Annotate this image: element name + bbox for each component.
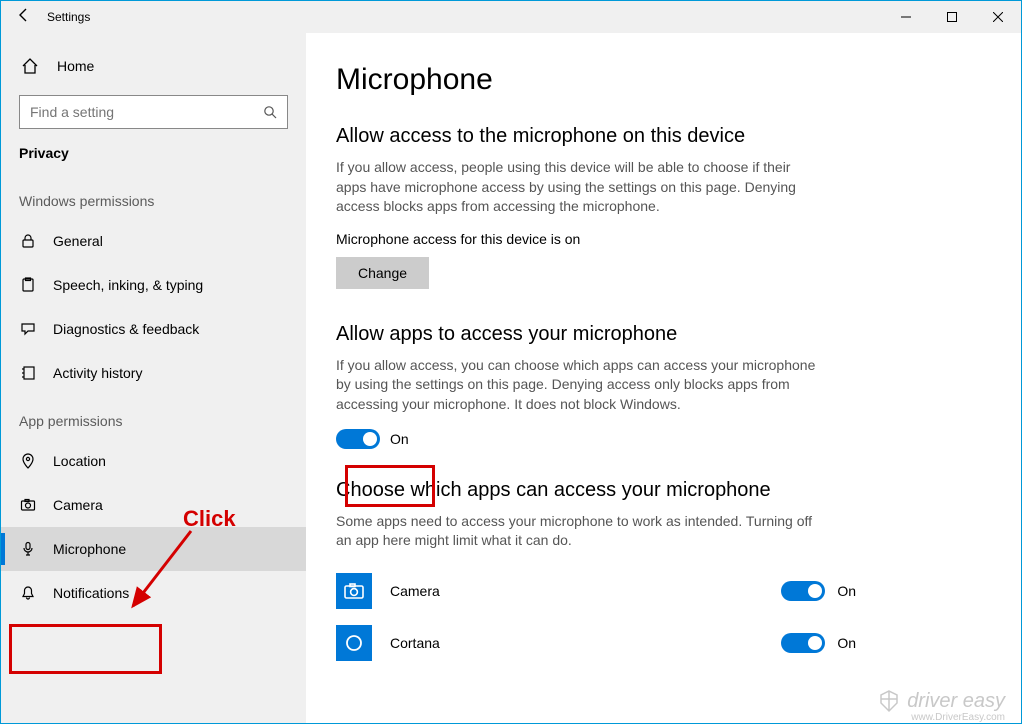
home-label: Home xyxy=(57,58,94,74)
history-icon xyxy=(19,364,37,382)
sidebar-item-label: Speech, inking, & typing xyxy=(53,277,203,293)
sidebar-item-diagnostics[interactable]: Diagnostics & feedback xyxy=(1,307,306,351)
sidebar-item-label: Location xyxy=(53,453,106,469)
feedback-icon xyxy=(19,320,37,338)
section-label: Privacy xyxy=(1,139,306,175)
apps-access-toggle-row: On xyxy=(336,429,1001,449)
location-icon xyxy=(19,452,37,470)
section-choose-apps-desc: Some apps need to access your microphone… xyxy=(336,512,816,551)
app-row-camera: Camera On xyxy=(336,565,856,617)
search-icon xyxy=(261,103,279,121)
sidebar-item-general[interactable]: General xyxy=(1,219,306,263)
clipboard-icon xyxy=(19,276,37,294)
app-cortana-icon xyxy=(336,625,372,661)
app-list: Camera On Cortana On xyxy=(336,565,1001,669)
device-access-status: Microphone access for this device is on xyxy=(336,231,1001,247)
app-toggle-label: On xyxy=(837,583,856,599)
home-icon xyxy=(19,57,41,75)
main-content: Microphone Allow access to the microphon… xyxy=(306,33,1021,723)
sidebar-item-label: Activity history xyxy=(53,365,142,381)
sidebar: Home Privacy Windows permissions General… xyxy=(1,33,306,723)
section-device-access-desc: If you allow access, people using this d… xyxy=(336,158,816,217)
sidebar-item-label: General xyxy=(53,233,103,249)
sidebar-item-camera[interactable]: Camera xyxy=(1,483,306,527)
maximize-button[interactable] xyxy=(929,1,975,33)
app-row-cortana: Cortana On xyxy=(336,617,856,669)
search-input[interactable] xyxy=(28,103,233,121)
app-name-label: Cortana xyxy=(390,635,781,651)
section-choose-apps-heading: Choose which apps can access your microp… xyxy=(336,479,1001,502)
sidebar-item-notifications[interactable]: Notifications xyxy=(1,571,306,615)
page-title: Microphone xyxy=(336,63,1001,97)
search-box[interactable] xyxy=(19,95,288,129)
section-app-access-desc: If you allow access, you can choose whic… xyxy=(336,356,816,415)
bell-icon xyxy=(19,584,37,602)
sidebar-item-location[interactable]: Location xyxy=(1,439,306,483)
app-camera-icon xyxy=(336,573,372,609)
change-button[interactable]: Change xyxy=(336,257,429,289)
app-cortana-toggle[interactable] xyxy=(781,633,825,653)
sidebar-item-label: Microphone xyxy=(53,541,126,557)
group-app-permissions: App permissions xyxy=(1,395,306,439)
sidebar-item-activity[interactable]: Activity history xyxy=(1,351,306,395)
app-camera-toggle[interactable] xyxy=(781,581,825,601)
toggle-label: On xyxy=(390,431,409,447)
window-controls xyxy=(883,1,1021,33)
lock-icon xyxy=(19,232,37,250)
window-title: Settings xyxy=(47,10,90,24)
camera-icon xyxy=(19,496,37,514)
close-button[interactable] xyxy=(975,1,1021,33)
group-windows-permissions: Windows permissions xyxy=(1,175,306,219)
sidebar-item-microphone[interactable]: Microphone xyxy=(1,527,306,571)
sidebar-item-label: Notifications xyxy=(53,585,129,601)
back-button[interactable] xyxy=(1,7,47,28)
app-toggle-label: On xyxy=(837,635,856,651)
app-name-label: Camera xyxy=(390,583,781,599)
sidebar-item-label: Diagnostics & feedback xyxy=(53,321,199,337)
home-nav[interactable]: Home xyxy=(1,45,306,87)
section-device-access-heading: Allow access to the microphone on this d… xyxy=(336,125,1001,148)
section-app-access-heading: Allow apps to access your microphone xyxy=(336,323,1001,346)
settings-window: Settings Home Privacy Windows permission… xyxy=(0,0,1022,724)
titlebar: Settings xyxy=(1,1,1021,33)
apps-access-toggle[interactable] xyxy=(336,429,380,449)
sidebar-item-label: Camera xyxy=(53,497,103,513)
sidebar-item-speech[interactable]: Speech, inking, & typing xyxy=(1,263,306,307)
microphone-icon xyxy=(19,540,37,558)
minimize-button[interactable] xyxy=(883,1,929,33)
